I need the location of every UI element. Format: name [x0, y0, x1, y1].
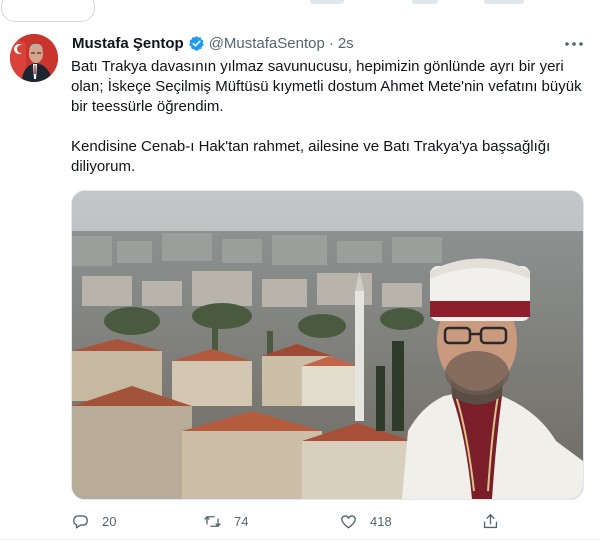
retweet-button[interactable]: 74 [203, 512, 248, 531]
share-button[interactable] [481, 512, 500, 531]
reply-count: 20 [102, 514, 117, 529]
avatar[interactable] [10, 34, 58, 82]
more-icon[interactable] [562, 34, 586, 54]
author-name[interactable]: Mustafa Şentop [72, 35, 184, 52]
reply-button[interactable]: 20 [71, 512, 116, 531]
like-button[interactable]: 418 [339, 512, 392, 531]
photo-city-portrait [72, 191, 583, 499]
tweet-header: Mustafa Şentop @MustafaSentop · 2s [72, 35, 354, 52]
like-icon [341, 515, 356, 529]
tweet-photo[interactable] [71, 190, 584, 500]
share-icon [483, 514, 498, 529]
header-separator: · [328, 35, 334, 52]
author-handle[interactable]: @MustafaSentop [209, 35, 325, 52]
retweet-count: 74 [234, 514, 249, 529]
divider [0, 539, 600, 540]
reply-icon [73, 515, 88, 529]
tweet-text: Batı Trakya davasının yılmaz savunucusu,… [71, 58, 582, 175]
tweet-timestamp[interactable]: 2s [338, 35, 354, 52]
previous-tweet-button[interactable] [1, 0, 95, 22]
previous-tweet-strip [0, 0, 600, 22]
retweet-icon [204, 516, 221, 527]
text-fragment [484, 0, 524, 4]
text-fragment [310, 0, 344, 4]
like-count: 418 [370, 514, 392, 529]
text-fragment [412, 0, 438, 4]
verified-badge-icon [188, 36, 204, 51]
tweet-actions: 20 74 418 [71, 512, 586, 536]
